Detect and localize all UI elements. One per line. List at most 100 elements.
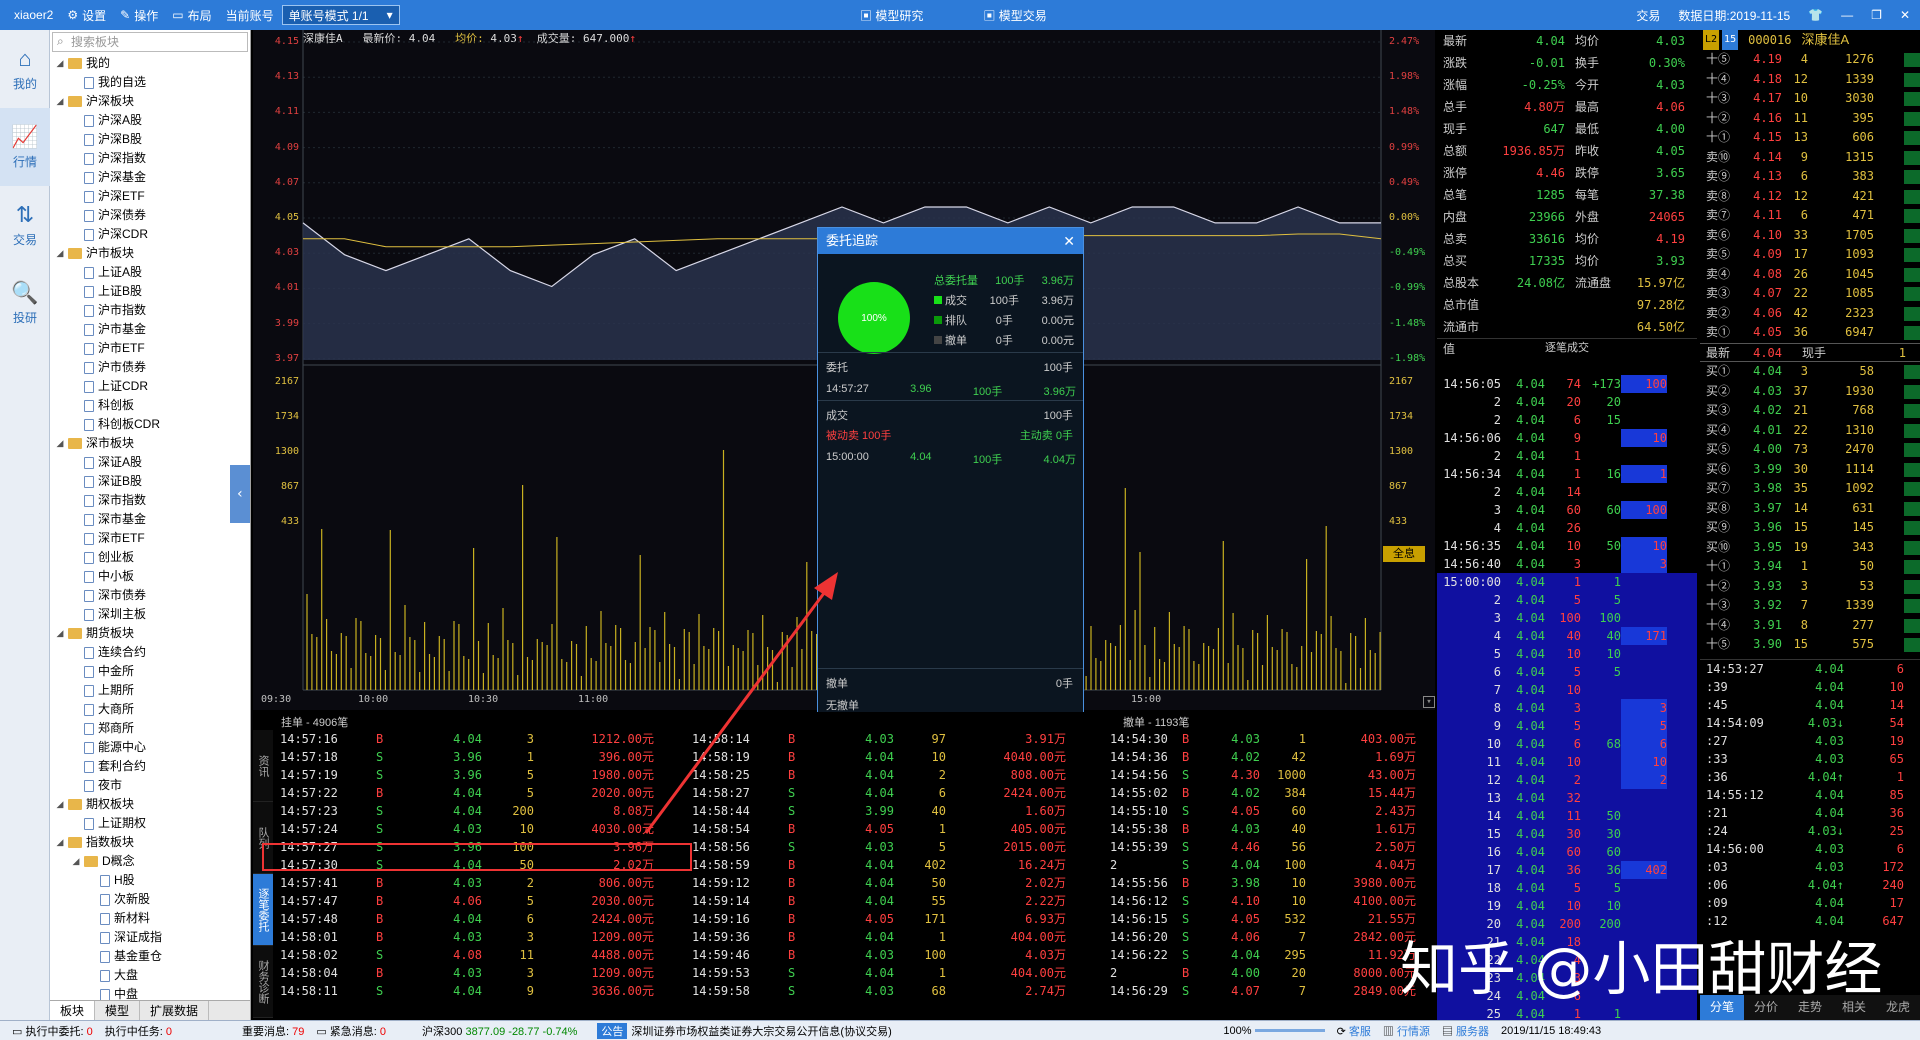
index-ticker[interactable]: 沪深300 3877.09 -28.77 -0.74% (422, 1023, 577, 1039)
book-trade-row[interactable]: :39 4.04 10 (1700, 678, 1920, 696)
order-row[interactable]: 14:58:25 B 4.04 2 808.00元 (692, 766, 1102, 784)
tree-node[interactable]: 中金所 (50, 662, 250, 681)
tick-row[interactable]: 18 4.04 5 5 (1437, 879, 1697, 897)
support-link[interactable]: ⟳ 客服 (1337, 1023, 1371, 1039)
urgent-msg[interactable]: ▭ 紧急消息: 0 (316, 1023, 386, 1039)
order-row[interactable]: 14:59:14 B 4.04 55 2.22万 (692, 892, 1102, 910)
book-trade-row[interactable]: :27 4.03 19 (1700, 732, 1920, 750)
tree-node[interactable]: 深市基金 (50, 510, 250, 529)
order-row[interactable]: 14:59:46 B 4.03 100 4.03万 (692, 946, 1102, 964)
zoom-slider[interactable] (1254, 1029, 1325, 1033)
expand-icon[interactable]: ◢ (54, 92, 66, 111)
tree-node[interactable]: ◢ D概念 (50, 852, 250, 871)
buy-level[interactable]: 买② 4.03 37 1930 (1700, 382, 1920, 402)
tree-node[interactable]: 沪市基金 (50, 320, 250, 339)
order-row[interactable]: 14:58:59 B 4.04 402 16.24万 (692, 856, 1102, 874)
order-row[interactable]: 14:58:27 S 4.04 6 2424.00元 (692, 784, 1102, 802)
tree-node[interactable]: 深市指数 (50, 491, 250, 510)
tree-tab-2[interactable]: 扩展数据 (140, 1001, 210, 1020)
book-trade-row[interactable]: :21 4.04 36 (1700, 804, 1920, 822)
book-trade-row[interactable]: :36 4.04↑ 1 (1700, 768, 1920, 786)
layout-menu[interactable]: ▭ 布局 (172, 7, 211, 24)
expand-icon[interactable]: ◢ (54, 244, 66, 263)
buy-level[interactable]: 十③ 3.92 7 1339 (1700, 596, 1920, 616)
tree-node[interactable]: ◢ 指数板块 (50, 833, 250, 852)
tick-row[interactable]: 7 4.04 10 (1437, 681, 1697, 699)
tree-node[interactable]: 科创板 (50, 396, 250, 415)
book-trade-row[interactable]: :45 4.04 14 (1700, 696, 1920, 714)
account-mode-select[interactable]: 单账号模式 1/1 ▾ (281, 5, 400, 25)
order-row[interactable]: 2 S 4.04 100 4.04万 (1110, 856, 1435, 874)
order-row[interactable]: 14:57:24 S 4.03 10 4030.00元 (280, 820, 690, 838)
sell-level[interactable]: 十① 4.15 13 606 (1700, 128, 1920, 148)
expand-icon[interactable]: ◢ (54, 833, 66, 852)
order-row[interactable]: 2 B 4.00 20 8000.00元 (1110, 964, 1435, 982)
tree-node[interactable]: 创业板 (50, 548, 250, 567)
tree-node[interactable]: 沪深ETF (50, 187, 250, 206)
tick-row[interactable]: 6 4.04 5 5 (1437, 663, 1697, 681)
sell-level[interactable]: 十③ 4.17 10 3030 (1700, 89, 1920, 109)
sell-level[interactable]: 卖④ 4.08 26 1045 (1700, 265, 1920, 285)
tree-node[interactable]: 套利合约 (50, 757, 250, 776)
tick-row[interactable]: 14:56:06 4.04 9 10 (1437, 429, 1697, 447)
tick-row[interactable]: 2 4.04 6 15 (1437, 411, 1697, 429)
tick-row[interactable]: 11 4.04 10 10 (1437, 753, 1697, 771)
tree-node[interactable]: 连续合约 (50, 643, 250, 662)
tree-node[interactable]: 沪深CDR (50, 225, 250, 244)
tick-row[interactable]: 16 4.04 60 60 (1437, 843, 1697, 861)
tick-row[interactable]: 10 4.04 6 68 6 (1437, 735, 1697, 753)
tree-node[interactable]: ◢ 沪深板块 (50, 92, 250, 111)
tree-tab-0[interactable]: 板块 (50, 1001, 96, 1020)
tick-row[interactable]: 19 4.04 10 10 (1437, 897, 1697, 915)
order-row[interactable]: 14:58:04 B 4.03 3 1209.00元 (280, 964, 690, 982)
notice-text[interactable]: 深圳证券市场权益类证券大宗交易公开信息(协议交易) (631, 1023, 1211, 1039)
model-research-button[interactable]: ▣ 模型研究 (860, 7, 923, 24)
order-row[interactable]: 14:58:54 B 4.05 1 405.00元 (692, 820, 1102, 838)
tree-node[interactable]: 沪深指数 (50, 149, 250, 168)
order-row[interactable]: 14:54:30 B 4.03 1 403.00元 (1110, 730, 1435, 748)
tree-node[interactable]: 我的自选 (50, 73, 250, 92)
tree-node[interactable]: 沪深A股 (50, 111, 250, 130)
tree-node[interactable]: 大商所 (50, 700, 250, 719)
tree-node[interactable]: 大盘 (50, 966, 250, 985)
nav-item-2[interactable]: ⇅ 交易 (0, 186, 50, 264)
tree-node[interactable]: H股 (50, 871, 250, 890)
tick-row[interactable]: 14:56:40 4.04 3 3 (1437, 555, 1697, 573)
tick-row[interactable]: 12 4.04 2 2 (1437, 771, 1697, 789)
sell-level[interactable]: 卖⑨ 4.13 6 383 (1700, 167, 1920, 187)
tree-node[interactable]: 沪市指数 (50, 301, 250, 320)
sell-level[interactable]: 卖⑦ 4.11 6 471 (1700, 206, 1920, 226)
sell-level[interactable]: 卖② 4.06 42 2323 (1700, 304, 1920, 324)
close-icon[interactable]: ✕ (1063, 228, 1075, 254)
order-row[interactable]: 14:59:58 S 4.03 68 2.74万 (692, 982, 1102, 1000)
tree-node[interactable]: ◢ 沪市板块 (50, 244, 250, 263)
order-row[interactable]: 14:58:14 B 4.03 97 3.91万 (692, 730, 1102, 748)
sell-level[interactable]: 十⑤ 4.19 4 1276 (1700, 50, 1920, 70)
operate-menu[interactable]: ✎ 操作 (120, 7, 158, 24)
sell-level[interactable]: 十② 4.16 11 395 (1700, 109, 1920, 129)
buy-level[interactable]: 买⑧ 3.97 14 631 (1700, 499, 1920, 519)
tick-row[interactable]: 14 4.04 11 50 (1437, 807, 1697, 825)
tree-node[interactable]: 能源中心 (50, 738, 250, 757)
order-row[interactable]: 14:55:56 B 3.98 10 3980.00元 (1110, 874, 1435, 892)
tick-row[interactable]: 14:56:35 4.04 10 50 10 (1437, 537, 1697, 555)
tick-row[interactable]: 17 4.04 36 36 402 (1437, 861, 1697, 879)
buy-level[interactable]: 十⑤ 3.90 15 575 (1700, 635, 1920, 655)
tick-row[interactable]: 15:00:00 4.04 1 1 (1437, 573, 1697, 591)
nav-item-0[interactable]: ⌂ 我的 (0, 30, 50, 108)
order-row[interactable]: 14:57:23 S 4.04 200 8.08万 (280, 802, 690, 820)
order-row[interactable]: 14:57:47 B 4.06 5 2030.00元 (280, 892, 690, 910)
zoom-control[interactable]: 100% (1223, 1025, 1325, 1037)
sell-level[interactable]: 十④ 4.18 12 1339 (1700, 70, 1920, 90)
order-row[interactable]: 14:56:12 S 4.10 10 4100.00元 (1110, 892, 1435, 910)
tree-node[interactable]: 上证CDR (50, 377, 250, 396)
important-msg[interactable]: 重要消息: 79 (242, 1023, 304, 1039)
close-icon[interactable]: ✕ (1900, 8, 1910, 22)
tree-node[interactable]: 沪深债券 (50, 206, 250, 225)
tree-node[interactable]: ◢ 我的 (50, 54, 250, 73)
exec-entrust[interactable]: ▭ 执行中委托: 0 (12, 1023, 93, 1039)
book-trade-row[interactable]: :09 4.04 17 (1700, 894, 1920, 912)
tree-tab-1[interactable]: 模型 (95, 1001, 141, 1020)
buy-level[interactable]: 买⑦ 3.98 35 1092 (1700, 479, 1920, 499)
tree-node[interactable]: 沪深基金 (50, 168, 250, 187)
